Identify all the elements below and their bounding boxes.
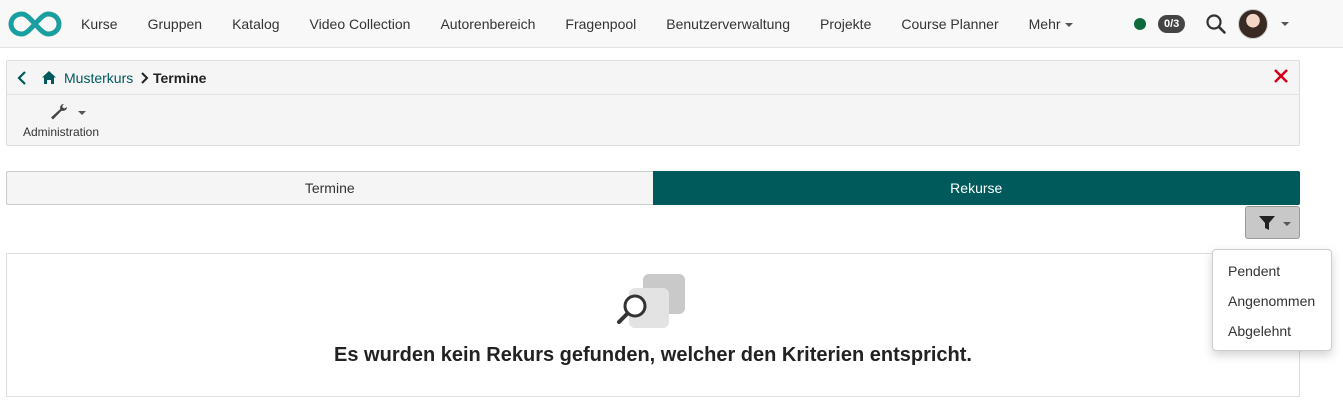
nav-item-projekte[interactable]: Projekte (805, 16, 886, 32)
wrench-icon (51, 104, 67, 120)
caret-down-icon (1064, 23, 1073, 28)
avatar-caret-icon[interactable] (1281, 22, 1289, 26)
nav-item-gruppen[interactable]: Gruppen (133, 16, 217, 32)
breadcrumb-current: Termine (153, 70, 207, 86)
close-icon[interactable] (1273, 68, 1289, 84)
filter-option-abgelehnt[interactable]: Abgelehnt (1228, 323, 1291, 339)
empty-state-panel: Es wurden kein Rekurs gefunden, welcher … (6, 253, 1300, 397)
top-navbar: Kurse Gruppen Katalog Video Collection A… (0, 0, 1343, 48)
search-icon[interactable] (1205, 13, 1227, 35)
empty-search-icon (617, 274, 685, 328)
nav-item-fragenpool[interactable]: Fragenpool (550, 16, 651, 32)
main-nav: Kurse Gruppen Katalog Video Collection A… (66, 0, 1088, 48)
nav-item-course-planner[interactable]: Course Planner (886, 16, 1013, 32)
logo-infinity-icon[interactable] (8, 10, 62, 38)
filter-option-pendent[interactable]: Pendent (1228, 263, 1280, 279)
filter-button[interactable] (1245, 206, 1300, 239)
tab-rekurse[interactable]: Rekurse (652, 171, 1300, 205)
filter-dropdown-menu: Pendent Angenommen Abgelehnt (1212, 249, 1332, 351)
course-toolbar: Musterkurs Termine Administration (6, 60, 1300, 146)
home-icon[interactable] (41, 70, 57, 85)
online-status-dot[interactable] (1134, 18, 1146, 30)
funnel-icon (1259, 216, 1275, 230)
breadcrumb: Musterkurs Termine (7, 61, 1299, 95)
filter-option-angenommen[interactable]: Angenommen (1228, 293, 1315, 309)
caret-down-icon (78, 111, 86, 115)
chevron-left-icon[interactable] (15, 70, 29, 86)
counter-badge[interactable]: 0/3 (1158, 15, 1186, 33)
nav-item-mehr[interactable]: Mehr (1014, 16, 1088, 32)
tab-termine[interactable]: Termine (6, 171, 653, 205)
empty-state-message: Es wurden kein Rekurs gefunden, welcher … (334, 344, 972, 366)
caret-down-icon (1283, 222, 1291, 226)
avatar[interactable] (1238, 9, 1268, 39)
nav-item-katalog[interactable]: Katalog (217, 16, 294, 32)
nav-item-autorenbereich[interactable]: Autorenbereich (425, 16, 550, 32)
nav-item-benutzerverwaltung[interactable]: Benutzerverwaltung (651, 16, 805, 32)
segmented-tabs: Termine Rekurse (6, 171, 1300, 205)
administration-label: Administration (22, 125, 100, 139)
nav-item-video-collection[interactable]: Video Collection (295, 16, 426, 32)
chevron-right-icon (141, 72, 149, 84)
nav-more-label: Mehr (1028, 16, 1061, 32)
administration-menu-button[interactable]: Administration (17, 101, 107, 141)
nav-item-kurse[interactable]: Kurse (66, 16, 133, 32)
breadcrumb-course-link[interactable]: Musterkurs (64, 70, 133, 86)
